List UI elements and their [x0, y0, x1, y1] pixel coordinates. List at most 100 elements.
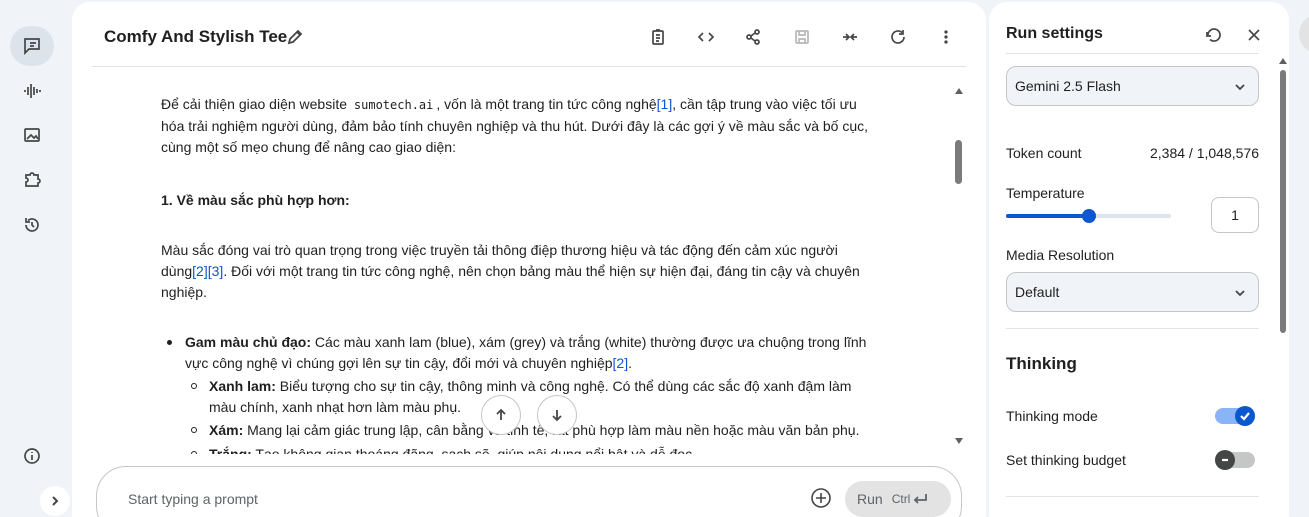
extensions-button[interactable] — [10, 159, 54, 199]
sub-list-item-body: Biểu tượng cho sự tin cậy, thông minh và… — [209, 378, 852, 415]
compress-button[interactable] — [839, 26, 861, 48]
compare-button[interactable] — [647, 26, 669, 48]
enter-key-icon — [914, 494, 928, 504]
citation-link[interactable]: [2] — [613, 355, 629, 371]
run-label: Run — [857, 491, 883, 507]
arrow-up-icon — [496, 408, 506, 420]
temperature-slider[interactable] — [1006, 209, 1171, 223]
share-button[interactable] — [742, 26, 764, 48]
model-selector-value: Gemini 2.5 Flash — [1015, 78, 1121, 94]
scroll-up-button[interactable] — [481, 395, 521, 435]
run-button[interactable]: Run Ctrl — [845, 481, 951, 517]
media-gallery-icon — [24, 128, 40, 142]
compress-icon — [843, 33, 857, 41]
thinking-budget-label: Set thinking budget — [1006, 452, 1126, 468]
close-icon — [1248, 29, 1260, 41]
temperature-slider-thumb[interactable] — [1081, 209, 1096, 223]
sub-bullet-icon — [191, 427, 197, 433]
list-item-label: Gam màu chủ đạo: — [185, 334, 312, 350]
list-item-text: Gam màu chủ đạo: Các màu xanh lam (blue)… — [185, 332, 875, 374]
close-settings-button[interactable] — [1245, 26, 1265, 46]
prompt-box: Run Ctrl — [96, 466, 962, 517]
intro-text-1: Để cải thiện giao diện website — [161, 96, 351, 112]
sub-list-item-text: Trắng: Tạo không gian thoáng đãng, sạch … — [209, 444, 874, 454]
sub-list-item-body: Tạo không gian thoáng đãng, sạch sẽ, giú… — [251, 446, 696, 454]
reset-icon — [1206, 28, 1221, 42]
chat-button[interactable] — [10, 26, 54, 66]
save-icon — [795, 30, 809, 44]
sub-list-item-label: Xám: — [209, 422, 244, 438]
response-content: Để cải thiện giao diện website sumotech.… — [161, 94, 881, 454]
prompt-input[interactable] — [128, 489, 728, 509]
token-count-value: 2,384 / 1,048,576 — [1150, 145, 1259, 161]
section-heading: 1. Về màu sắc phù hợp hơn: — [161, 192, 350, 208]
sub-bullet-icon — [191, 451, 197, 454]
add-media-button[interactable] — [810, 487, 834, 511]
citation-link[interactable]: [2] — [192, 263, 208, 279]
thinking-mode-label: Thinking mode — [1006, 408, 1098, 424]
settings-divider — [1006, 496, 1259, 497]
history-button[interactable] — [10, 205, 54, 245]
chat-panel: Comfy And Stylish Tee Để cải thiện giao … — [72, 2, 986, 517]
share-icon — [746, 29, 760, 45]
header-divider — [92, 66, 966, 67]
code-icon — [697, 32, 715, 42]
citation-link[interactable]: [1] — [657, 96, 673, 112]
model-selector[interactable]: Gemini 2.5 Flash — [1006, 66, 1259, 106]
temperature-label: Temperature — [1006, 185, 1085, 201]
scrollbar-thumb[interactable] — [955, 140, 962, 184]
chevron-down-icon — [1235, 290, 1245, 297]
website-code: sumotech.ai — [353, 98, 434, 112]
list-item-end: . — [628, 355, 632, 371]
color-text-2: . Đối với một trang tin tức công nghệ, n… — [161, 263, 860, 300]
thinking-budget-toggle[interactable] — [1215, 450, 1255, 470]
intro-text-2: , vốn là một trang tin tức công nghệ — [436, 96, 657, 112]
citation-link[interactable]: [3] — [208, 263, 224, 279]
code-button[interactable] — [695, 26, 717, 48]
temperature-input[interactable]: 1 — [1211, 197, 1259, 233]
check-icon — [1240, 412, 1250, 421]
more-vert-icon — [944, 30, 948, 44]
more-options-button[interactable] — [935, 26, 957, 48]
toggle-knob — [1235, 406, 1255, 426]
reset-settings-button[interactable] — [1205, 26, 1225, 46]
sub-list-item-label: Xanh lam: — [209, 378, 276, 394]
settings-divider — [1006, 53, 1259, 54]
scroll-down-button[interactable] — [537, 395, 577, 435]
refresh-icon — [891, 30, 905, 44]
chevron-down-icon — [1235, 84, 1245, 91]
sub-bullet-icon — [191, 383, 197, 389]
scrollbar-down-arrow[interactable] — [953, 436, 965, 446]
add-circle-icon — [811, 488, 831, 508]
settings-scrollbar[interactable] — [1278, 56, 1288, 517]
extensions-icon — [25, 172, 41, 187]
media-resolution-value: Default — [1015, 284, 1060, 300]
scrollbar-thumb[interactable] — [1280, 70, 1286, 333]
thinking-mode-toggle[interactable] — [1215, 406, 1255, 426]
temperature-slider-fill — [1006, 214, 1089, 218]
token-count-label: Token count — [1006, 145, 1082, 161]
stream-button[interactable] — [10, 71, 54, 111]
info-button[interactable] — [10, 436, 54, 476]
scrollbar-up-arrow[interactable] — [953, 86, 965, 96]
minus-icon — [1222, 458, 1228, 462]
thinking-section-title: Thinking — [1006, 354, 1077, 373]
account-avatar[interactable] — [1299, 14, 1309, 54]
settings-title: Run settings — [1006, 25, 1103, 42]
settings-divider — [1006, 328, 1259, 329]
pencil-icon — [287, 29, 303, 45]
media-resolution-selector[interactable]: Default — [1006, 272, 1259, 312]
left-rail — [0, 0, 64, 517]
toggle-knob — [1215, 450, 1235, 470]
edit-title-button[interactable] — [286, 28, 304, 46]
page-title[interactable]: Comfy And Stylish Tee — [104, 27, 287, 47]
refresh-button[interactable] — [887, 26, 909, 48]
compare-icon — [652, 29, 664, 45]
history-icon — [25, 218, 39, 232]
scrollbar-up-arrow[interactable] — [1278, 56, 1288, 66]
media-resolution-label: Media Resolution — [1006, 247, 1115, 263]
save-button[interactable] — [791, 26, 813, 48]
expand-rail-button[interactable] — [40, 486, 70, 516]
intro-paragraph: Để cải thiện giao diện website sumotech.… — [161, 94, 881, 158]
media-gallery-button[interactable] — [10, 115, 54, 155]
